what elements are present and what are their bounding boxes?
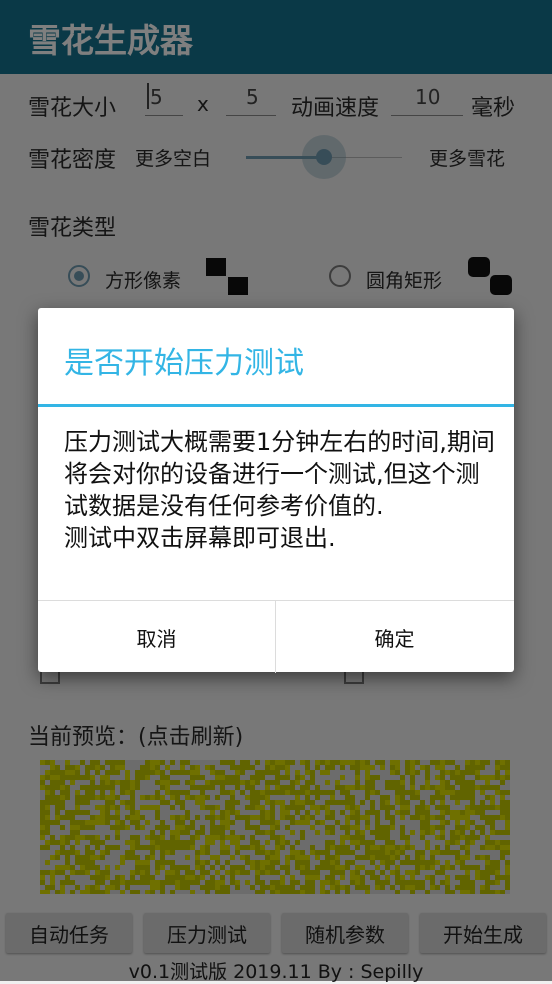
stress-test-dialog: 是否开始压力测试 压力测试大概需要1分钟左右的时间,期间将会对你的设备进行一个测… — [38, 308, 514, 673]
dialog-divider — [38, 404, 514, 407]
dialog-message: 压力测试大概需要1分钟左右的时间,期间将会对你的设备进行一个测试,但这个测试数据… — [64, 428, 495, 552]
cancel-button[interactable]: 取消 — [38, 601, 275, 673]
dialog-title: 是否开始压力测试 — [64, 346, 304, 381]
confirm-button[interactable]: 确定 — [276, 601, 513, 673]
dialog-button-bar: 取消 确定 — [38, 600, 514, 673]
